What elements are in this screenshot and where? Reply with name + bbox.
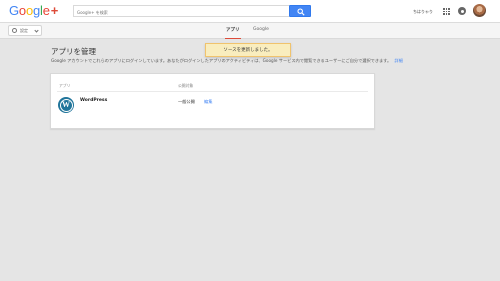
apps-card: アプリ 公開対象 W WordPress 一般公開 編集 (50, 73, 375, 129)
logo-letter: g (32, 3, 41, 18)
edit-link[interactable]: 編集 (204, 99, 212, 105)
logo-letter: o (18, 3, 26, 18)
search-button[interactable] (289, 5, 311, 17)
details-link[interactable]: 詳細 (395, 58, 403, 63)
notification-toast: ソースを更新しました。 (205, 43, 291, 57)
description-text: Google アカウントでこれらのアプリにログインしています。あなたがログインし… (51, 58, 392, 63)
logo-plus: + (50, 3, 59, 18)
top-header: Google+ ちはりゃり (0, 0, 500, 23)
page-description: Google アカウントでこれらのアプリにログインしています。あなたがログインし… (51, 58, 471, 64)
search-input[interactable] (73, 5, 289, 17)
page-title: アプリを管理 (51, 47, 96, 56)
settings-dropdown[interactable]: 設定 (8, 25, 42, 36)
app-name[interactable]: WordPress (80, 98, 107, 103)
chevron-down-icon (34, 28, 39, 33)
column-header-visibility: 公開対象 (178, 83, 194, 88)
divider (57, 91, 368, 92)
notifications-icon[interactable] (458, 7, 466, 15)
tab-google[interactable]: Google (253, 27, 269, 39)
avatar[interactable] (473, 4, 486, 17)
logo-letter: e (42, 3, 50, 18)
logo-letter: o (25, 3, 33, 18)
column-header-app: アプリ (59, 83, 71, 88)
apps-grid-icon[interactable] (443, 8, 450, 15)
user-name-link[interactable]: ちはりゃり (413, 9, 433, 15)
search-icon (297, 8, 305, 16)
sub-navigation: 設定 アプリ Google (0, 23, 500, 39)
logo-letter: G (9, 3, 19, 18)
google-plus-logo[interactable]: Google+ (9, 3, 58, 19)
settings-label: 設定 (20, 28, 28, 33)
visibility-value: 一般公開 (178, 99, 195, 104)
gear-icon (12, 28, 17, 33)
tab-apps[interactable]: アプリ (225, 27, 240, 39)
toast-message: ソースを更新しました。 (223, 48, 273, 53)
wordpress-icon: W (58, 97, 74, 113)
